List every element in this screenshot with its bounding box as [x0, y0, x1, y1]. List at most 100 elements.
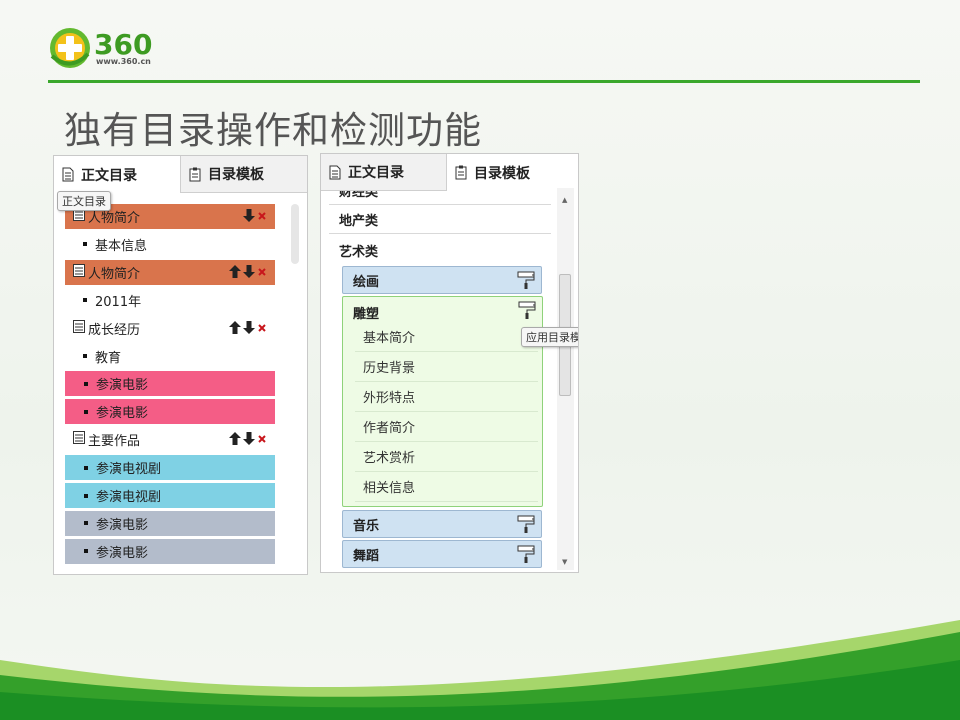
section-doc-icon	[73, 319, 85, 337]
row-label: 主要作品	[88, 434, 141, 450]
delete-icon[interactable]	[257, 266, 267, 281]
move-down-icon[interactable]	[243, 209, 255, 226]
template-item[interactable]: 作者简介	[355, 412, 538, 442]
tab-tooltip: 正文目录	[57, 191, 111, 211]
template-item[interactable]: 基本简介	[355, 322, 538, 352]
bullet-icon	[84, 409, 88, 414]
toc-item-row[interactable]: 参演电影	[65, 538, 275, 564]
move-down-icon[interactable]	[243, 264, 255, 282]
left-toc-panel: 正文目录 目录模板 正文目录 人物简介 基本信息 人物简介 2011年 成长经历 教育 参演…	[53, 155, 308, 575]
paint-roller-icon[interactable]	[518, 301, 536, 323]
paint-roller-icon[interactable]	[517, 515, 535, 537]
decorative-wave	[0, 620, 960, 720]
row-label: 参演电影	[96, 378, 149, 394]
group-label: 舞蹈	[353, 548, 380, 564]
row-label: 人物简介	[88, 266, 141, 282]
template-item[interactable]: 外形特点	[355, 382, 538, 412]
bullet-icon	[84, 493, 88, 498]
template-group-sculpture[interactable]: 雕塑 基本简介 历史背景 外形特点 作者简介 艺术赏析 相关信息	[342, 296, 543, 507]
row-label: 成长经历	[88, 322, 141, 338]
row-label: 参演电影	[96, 545, 149, 561]
category-real-estate[interactable]: 地产类	[329, 206, 551, 234]
template-item[interactable]: 历史背景	[355, 352, 538, 382]
left-scrollbar[interactable]	[290, 204, 300, 566]
scroll-up-arrow-icon[interactable]: ▲	[562, 196, 567, 204]
bullet-icon	[83, 354, 87, 358]
bullet-icon	[84, 521, 88, 526]
header-divider	[48, 80, 920, 83]
row-label: 参演电影	[96, 517, 149, 533]
row-label: 参演电视剧	[96, 462, 162, 478]
move-up-icon[interactable]	[229, 264, 241, 282]
row-label: 教育	[95, 350, 122, 366]
move-down-icon[interactable]	[243, 320, 255, 338]
toc-section-row[interactable]: 主要作品	[65, 427, 275, 452]
apply-template-tooltip: 应用目录模板	[521, 327, 578, 347]
tab-main-toc[interactable]: 正文目录	[54, 156, 181, 193]
right-template-panel: 正文目录 目录模板 财经类 地产类 艺术类 绘画 雕塑 基本简介 历史背景 外形…	[320, 153, 579, 573]
category-finance[interactable]: 财经类	[329, 191, 551, 205]
toc-item-row[interactable]: 教育	[65, 344, 275, 369]
bullet-icon	[83, 242, 87, 247]
template-item[interactable]: 艺术赏析	[355, 442, 538, 472]
bullet-icon	[83, 298, 87, 303]
tab-label: 正文目录	[81, 167, 137, 184]
left-scrollbar-thumb[interactable]	[291, 204, 299, 264]
delete-icon[interactable]	[257, 433, 267, 448]
category-art[interactable]: 艺术类	[329, 236, 551, 264]
right-tab-bar: 正文目录 目录模板	[321, 154, 578, 191]
tab-label: 目录模板	[208, 167, 264, 183]
row-actions	[229, 432, 267, 449]
template-group-painting[interactable]: 绘画	[342, 266, 542, 294]
document-icon	[62, 167, 74, 182]
toc-section-row[interactable]: 成长经历	[65, 316, 275, 341]
clipboard-icon	[455, 165, 467, 180]
row-label: 参演电视剧	[96, 490, 162, 505]
row-label: 基本信息	[95, 238, 148, 254]
right-scrollbar[interactable]: ▲ ▼	[557, 188, 574, 570]
slide-title: 独有目录操作和检测功能	[64, 109, 482, 152]
bullet-icon	[84, 381, 88, 386]
row-label: 参演电影	[96, 406, 149, 422]
toc-item-row[interactable]: 2011年	[65, 288, 275, 313]
toc-item-row[interactable]: 参演电影	[65, 510, 275, 536]
group-label: 雕塑	[353, 307, 380, 322]
row-label: 2011年	[95, 294, 142, 310]
move-up-icon[interactable]	[229, 432, 241, 449]
scroll-down-arrow-icon[interactable]: ▼	[562, 558, 567, 566]
logo-url: www.360.cn	[96, 57, 151, 66]
logo-emblem-icon	[50, 28, 90, 68]
toc-item-row[interactable]: 参演电视剧	[65, 455, 275, 481]
clipboard-icon	[189, 167, 201, 181]
bullet-icon	[84, 465, 88, 470]
tab-main-toc[interactable]: 正文目录	[321, 154, 447, 190]
paint-roller-icon[interactable]	[517, 545, 535, 567]
delete-icon[interactable]	[257, 322, 267, 337]
tab-toc-template[interactable]: 目录模板	[447, 154, 578, 191]
tab-toc-template[interactable]: 目录模板	[180, 156, 307, 192]
toc-item-row[interactable]: 参演电视剧	[65, 483, 275, 508]
template-group-music[interactable]: 音乐	[342, 510, 542, 538]
document-icon	[329, 165, 341, 179]
tab-label: 正文目录	[348, 165, 404, 181]
paint-roller-icon[interactable]	[517, 271, 535, 293]
move-up-icon[interactable]	[229, 320, 241, 338]
move-down-icon[interactable]	[243, 432, 255, 449]
brand-logo: 360 www.360.cn	[48, 26, 178, 70]
template-item[interactable]: 相关信息	[355, 472, 538, 502]
group-label: 绘画	[353, 274, 380, 290]
tab-label: 目录模板	[474, 165, 530, 182]
toc-item-row[interactable]: 参演电影	[65, 399, 275, 425]
toc-section-row[interactable]: 人物简介	[65, 259, 275, 285]
toc-item-row[interactable]: 基本信息	[65, 232, 275, 257]
template-list: 财经类 地产类 艺术类 绘画 雕塑 基本简介 历史背景 外形特点 作者简介 艺术…	[321, 191, 557, 572]
template-group-dance[interactable]: 舞蹈	[342, 540, 542, 568]
left-tab-bar: 正文目录 目录模板	[54, 156, 307, 193]
delete-icon[interactable]	[257, 210, 267, 225]
row-actions	[243, 209, 267, 226]
row-actions	[229, 320, 267, 338]
section-doc-icon	[73, 263, 85, 281]
section-doc-icon	[73, 431, 85, 448]
toc-item-row[interactable]: 参演电影	[65, 371, 275, 397]
group-label: 音乐	[353, 518, 380, 534]
